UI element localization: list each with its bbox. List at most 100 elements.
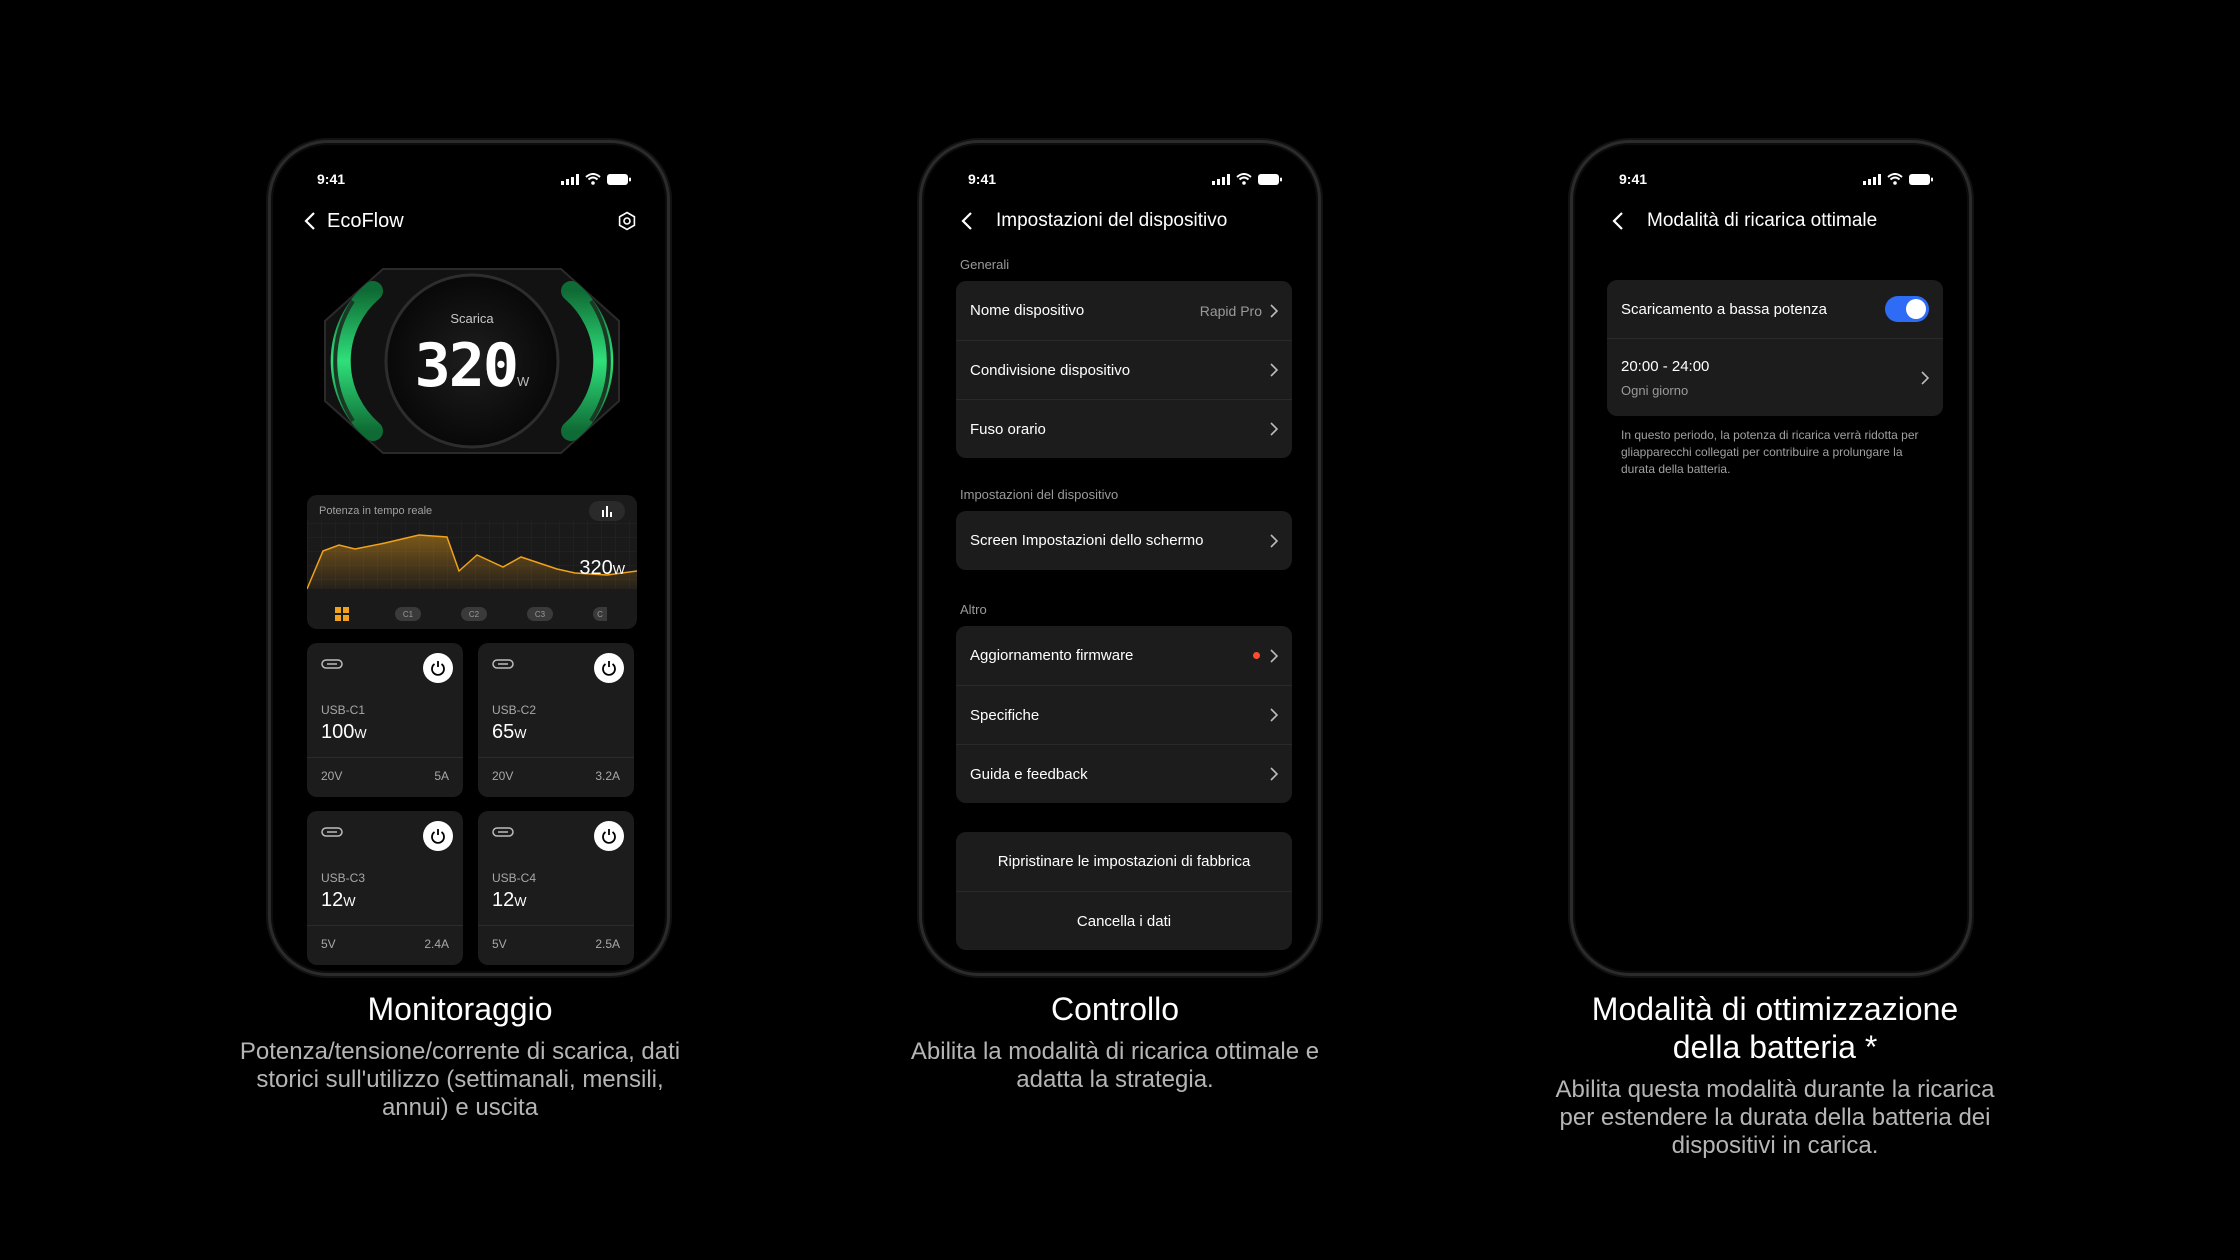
battery-icon — [1909, 173, 1933, 185]
tab-c3[interactable]: C3 — [527, 607, 553, 621]
port-watts: 12W — [492, 889, 527, 912]
port-card-usb-c1[interactable]: USB-C1 100W 20V 5A — [307, 643, 463, 797]
gauge-value: 320W — [313, 331, 631, 401]
chart-toggle-button[interactable] — [589, 501, 625, 521]
wifi-icon — [1236, 173, 1252, 185]
row-firmware-update[interactable]: Aggiornamento firmware — [956, 626, 1292, 685]
back-button[interactable] — [299, 210, 321, 232]
back-button[interactable] — [956, 210, 978, 232]
grid-icon — [335, 607, 349, 621]
settings-button[interactable] — [615, 209, 639, 233]
tab-c2[interactable]: C2 — [461, 607, 487, 621]
power-button[interactable] — [423, 653, 453, 683]
port-card-usb-c2[interactable]: USB-C2 65W 20V 3.2A — [478, 643, 634, 797]
nav-bar: Modalità di ricarica ottimale — [1601, 205, 1941, 237]
status-bar: 9:41 — [317, 169, 631, 189]
row-label: Screen Impostazioni dello schermo — [970, 532, 1204, 549]
power-icon — [431, 661, 445, 676]
nav-bar: EcoFlow — [299, 205, 639, 237]
page-title: Modalità di ricarica ottimale — [1647, 210, 1878, 231]
schedule-repeat: Ogni giorno — [1621, 382, 1689, 398]
settings-group-other: Aggiornamento firmware Specifiche Guida … — [956, 626, 1292, 803]
port-voltage: 5V — [321, 937, 336, 951]
port-watt-unit: W — [514, 894, 527, 909]
chevron-right-icon — [1270, 708, 1278, 722]
port-watts: 100W — [321, 721, 367, 744]
page-title: EcoFlow — [327, 209, 404, 232]
row-time-zone[interactable]: Fuso orario — [956, 399, 1292, 458]
power-button[interactable] — [423, 821, 453, 851]
chevron-left-icon — [304, 212, 315, 230]
phone-monitoring: 9:41 EcoFlow Scarica 320W Potenza in tem… — [268, 140, 670, 976]
power-button[interactable] — [594, 653, 624, 683]
chevron-right-icon — [1921, 370, 1929, 385]
caption-text: Abilita la modalità di ricarica ottimale… — [910, 1038, 1320, 1093]
row-label: Nome dispositivo — [970, 302, 1085, 319]
clear-data-button[interactable]: Cancella i dati — [956, 891, 1292, 950]
back-button[interactable] — [1607, 210, 1629, 232]
optimization-group: Scaricamento a bassa potenza 20:00 - 24:… — [1607, 280, 1943, 416]
row-help-feedback[interactable]: Guida e feedback — [956, 744, 1292, 803]
section-label-device-settings: Impostazioni del dispositivo — [960, 487, 1119, 502]
caption-title: Controllo — [1050, 991, 1180, 1027]
chevron-left-icon — [961, 212, 972, 230]
row-device-sharing[interactable]: Condivisione dispositivo — [956, 340, 1292, 399]
low-power-toggle[interactable] — [1885, 296, 1929, 322]
port-card-usb-c3[interactable]: USB-C3 12W 5V 2.4A — [307, 811, 463, 965]
port-name: USB-C1 — [321, 703, 366, 717]
tab-c1[interactable]: C1 — [395, 607, 421, 621]
signal-icon — [1863, 173, 1881, 185]
power-button[interactable] — [594, 821, 624, 851]
phone-battery-optimization: 9:41 Modalità di ricarica ottimale Scari… — [1570, 140, 1972, 976]
status-icons — [1212, 173, 1282, 185]
discharge-gauge: Scarica 320W — [313, 261, 631, 461]
status-bar: 9:41 — [968, 169, 1282, 189]
chevron-right-icon — [1270, 533, 1278, 548]
row-schedule[interactable]: 20:00 - 24:00 Ogni giorno — [1607, 338, 1943, 416]
factory-reset-button[interactable]: Ripristinare le impostazioni di fabbrica — [956, 832, 1292, 891]
caption-battery-optimization: Modalità di ottimizzazione della batteri… — [1555, 990, 1995, 1160]
port-name: USB-C2 — [492, 703, 537, 717]
tab-c4[interactable]: C — [593, 607, 607, 621]
caption-text: Potenza/tensione/corrente di scarica, da… — [239, 1038, 681, 1121]
port-current: 2.4A — [424, 937, 449, 951]
wifi-icon — [1887, 173, 1903, 185]
settings-group-device: Screen Impostazioni dello schermo — [956, 511, 1292, 570]
port-card-usb-c4[interactable]: USB-C4 12W 5V 2.5A — [478, 811, 634, 965]
page-title: Impostazioni del dispositivo — [996, 210, 1228, 231]
link-icon — [492, 659, 514, 669]
chevron-right-icon — [1270, 363, 1278, 377]
port-watt-unit: W — [354, 726, 367, 741]
info-note: In questo periodo, la potenza di ricaric… — [1621, 428, 1919, 476]
section-label-other: Altro — [960, 602, 987, 617]
battery-icon — [1258, 173, 1282, 185]
link-icon — [321, 659, 343, 669]
port-tabs: C1 C2 C3 C — [329, 607, 637, 621]
link-icon — [492, 827, 514, 837]
row-label: Cancella i dati — [1076, 912, 1172, 930]
chevron-right-icon — [1270, 648, 1278, 663]
status-icons — [561, 173, 631, 185]
settings-group-general: Nome dispositivo Rapid Pro Condivisione … — [956, 281, 1292, 458]
row-screen-settings[interactable]: Screen Impostazioni dello schermo — [956, 511, 1292, 570]
port-watts: 12W — [321, 889, 356, 912]
row-device-name[interactable]: Nome dispositivo Rapid Pro — [956, 281, 1292, 340]
row-low-power-toggle[interactable]: Scaricamento a bassa potenza — [1607, 280, 1943, 338]
row-value: Rapid Pro — [1199, 302, 1262, 319]
power-icon — [602, 829, 616, 844]
divider — [478, 757, 634, 758]
phone-control: 9:41 Impostazioni del dispositivo Genera… — [919, 140, 1321, 976]
port-watts: 65W — [492, 721, 527, 744]
status-time: 9:41 — [317, 171, 346, 187]
port-name: USB-C4 — [492, 871, 537, 885]
row-label: Fuso orario — [970, 420, 1046, 438]
row-specifications[interactable]: Specifiche — [956, 685, 1292, 744]
port-watt-value: 12 — [492, 889, 515, 911]
divider — [478, 925, 634, 926]
tab-all[interactable] — [329, 607, 355, 621]
port-current: 2.5A — [595, 937, 620, 951]
chevron-right-icon — [1270, 303, 1278, 318]
row-label: Aggiornamento firmware — [970, 647, 1134, 664]
section-label-general: Generali — [960, 257, 1010, 272]
chevron-right-icon — [1270, 422, 1278, 436]
